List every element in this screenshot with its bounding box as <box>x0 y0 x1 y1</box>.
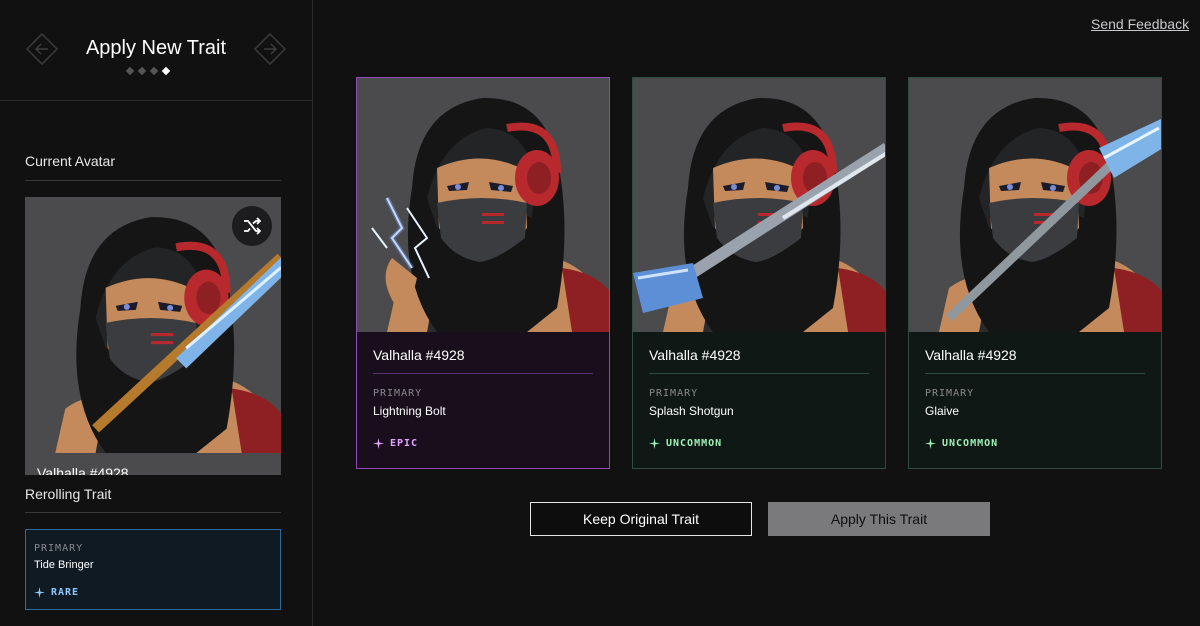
avatar-image <box>633 78 885 332</box>
trait-slot: PRIMARY <box>34 543 84 554</box>
divider <box>649 373 869 374</box>
arrow-right-icon <box>253 32 287 66</box>
next-step-button[interactable] <box>253 32 287 66</box>
apply-trait-button[interactable]: Apply This Trait <box>768 502 990 536</box>
trait-slot: PRIMARY <box>649 388 699 399</box>
sidebar: Apply New Trait Current Avatar Valhalla … <box>0 0 313 626</box>
sparkle-icon <box>925 438 936 449</box>
card-info: Valhalla #4928 PRIMARY Lightning Bolt EP… <box>357 332 609 468</box>
rarity-label: UNCOMMON <box>666 438 723 449</box>
step-dot <box>125 66 135 76</box>
rarity-label: UNCOMMON <box>942 438 999 449</box>
rarity-label: EPIC <box>390 438 419 449</box>
arrow-left-icon <box>25 32 59 66</box>
trait-option-card[interactable]: Valhalla #4928 PRIMARY Glaive UNCOMMON <box>908 77 1162 469</box>
trait-slot: PRIMARY <box>373 388 423 399</box>
trait-name: Glaive <box>925 404 960 418</box>
trait-slot: PRIMARY <box>925 388 975 399</box>
sparkle-icon <box>373 438 384 449</box>
card-avatar-name: Valhalla #4928 <box>649 347 741 363</box>
divider <box>373 373 593 374</box>
divider <box>925 373 1145 374</box>
step-dot <box>137 66 147 76</box>
card-info: Valhalla #4928 PRIMARY Glaive UNCOMMON <box>909 332 1161 468</box>
sidebar-header: Apply New Trait <box>0 0 312 101</box>
shuffle-button[interactable] <box>232 206 272 246</box>
send-feedback-link[interactable]: Send Feedback <box>1091 16 1189 32</box>
sparkle-icon <box>649 438 660 449</box>
avatar-image <box>909 78 1161 332</box>
trait-name: Tide Bringer <box>34 559 94 571</box>
card-avatar-name: Valhalla #4928 <box>373 347 465 363</box>
rarity-label: RARE <box>51 587 80 598</box>
prev-step-button[interactable] <box>25 32 59 66</box>
rarity-badge: RARE <box>34 587 79 598</box>
rarity-badge: UNCOMMON <box>925 438 998 449</box>
rarity-badge: UNCOMMON <box>649 438 722 449</box>
rarity-badge: EPIC <box>373 438 418 449</box>
step-dot-active <box>161 66 171 76</box>
page-title: Apply New Trait <box>85 37 227 59</box>
step-dot <box>149 66 159 76</box>
shuffle-icon <box>244 217 261 235</box>
rerolling-trait-card: PRIMARY Tide Bringer RARE <box>25 529 281 610</box>
trait-option-card[interactable]: Valhalla #4928 PRIMARY Lightning Bolt EP… <box>356 77 610 469</box>
current-avatar-label: Current Avatar <box>25 153 116 169</box>
avatar-name: Valhalla #4928 <box>37 465 129 475</box>
card-info: Valhalla #4928 PRIMARY Splash Shotgun UN… <box>633 332 885 468</box>
avatar-image <box>357 78 610 332</box>
step-indicator <box>125 66 171 76</box>
keep-original-trait-button[interactable]: Keep Original Trait <box>530 502 752 536</box>
card-avatar-name: Valhalla #4928 <box>925 347 1017 363</box>
divider <box>25 512 281 513</box>
divider <box>25 180 281 181</box>
sparkle-icon <box>34 587 45 598</box>
trait-name: Splash Shotgun <box>649 404 734 418</box>
trait-option-card[interactable]: Valhalla #4928 PRIMARY Splash Shotgun UN… <box>632 77 886 469</box>
trait-name: Lightning Bolt <box>373 404 446 418</box>
rerolling-trait-label: Rerolling Trait <box>25 486 112 502</box>
